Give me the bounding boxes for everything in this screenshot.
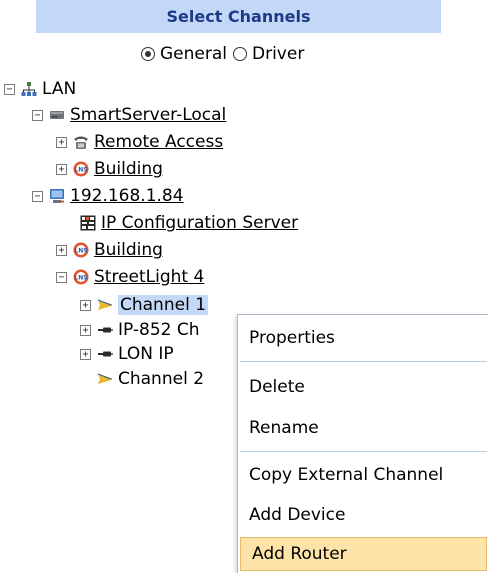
tree-node-building-2[interactable]: + LNS Building xyxy=(56,240,163,260)
channel-icon xyxy=(97,299,112,310)
tree-node-ip-config-server[interactable]: IP Configuration Server xyxy=(80,213,298,233)
tree-node-label: IP Configuration Server xyxy=(101,213,299,233)
tree-node-remote-access[interactable]: + Remote Access xyxy=(56,132,223,152)
server-icon xyxy=(50,111,64,119)
expand-toggle-icon[interactable]: + xyxy=(56,163,67,175)
tree-node-lon-ip[interactable]: + LON IP xyxy=(80,344,174,364)
collapse-toggle-icon[interactable]: − xyxy=(4,83,15,95)
collapse-toggle-icon[interactable]: − xyxy=(56,271,67,283)
tree-node-label: LAN xyxy=(42,79,77,99)
general-radio-label[interactable]: General xyxy=(160,44,227,64)
collapse-toggle-icon[interactable]: − xyxy=(32,190,43,202)
svg-text:LNS: LNS xyxy=(74,275,87,282)
lns-logo-icon: LNS xyxy=(73,269,89,285)
lns-logo-icon: LNS xyxy=(73,161,89,177)
tree-node-streetlight[interactable]: − LNS StreetLight 4 xyxy=(56,267,204,287)
tree-node-lan[interactable]: − LAN xyxy=(4,79,76,99)
tree-node-label: 192.168.1.84 xyxy=(70,186,184,206)
computer-icon xyxy=(50,189,64,203)
tree-node-label: IP-852 Ch xyxy=(118,320,200,340)
panel-title: Select Channels xyxy=(166,7,311,26)
general-radio[interactable] xyxy=(141,47,155,61)
tree-node-channel-1[interactable]: + Channel 1 xyxy=(80,295,209,315)
tree-node-ip852[interactable]: + IP-852 Ch xyxy=(80,320,200,340)
expand-toggle-icon[interactable]: + xyxy=(56,244,67,256)
channel-browser-page: Select Channels General Driver − LAN − S… xyxy=(0,0,488,573)
svg-text:LNS: LNS xyxy=(74,248,87,255)
menu-item-properties[interactable]: Properties xyxy=(238,321,488,355)
tree-node-label: Channel 2 xyxy=(118,369,205,389)
menu-item-copy-external-channel[interactable]: Copy External Channel xyxy=(238,458,488,492)
menu-item-add-device[interactable]: Add Device xyxy=(238,498,488,532)
cable-icon xyxy=(98,351,113,357)
tree-node-label: Building xyxy=(94,159,163,179)
telephone-icon xyxy=(74,136,88,149)
cable-icon xyxy=(98,327,113,333)
expand-toggle-icon[interactable]: + xyxy=(80,324,91,336)
driver-radio[interactable] xyxy=(233,47,247,61)
tree-node-label: Remote Access xyxy=(94,132,224,152)
svg-text:LNS: LNS xyxy=(74,167,87,174)
config-server-icon xyxy=(80,215,96,231)
menu-item-rename[interactable]: Rename xyxy=(238,411,488,445)
tree-node-label: SmartServer-Local xyxy=(70,105,227,125)
expand-toggle-icon[interactable]: + xyxy=(80,299,91,311)
tree-node-label: Channel 1 xyxy=(118,295,209,315)
menu-item-add-router[interactable]: Add Router xyxy=(240,537,487,571)
lns-logo-icon: LNS xyxy=(73,242,89,258)
expand-toggle-icon[interactable]: + xyxy=(80,348,91,360)
channel-icon xyxy=(97,373,112,384)
menu-separator xyxy=(240,451,487,452)
tree-node-label: Building xyxy=(94,240,163,260)
collapse-toggle-icon[interactable]: − xyxy=(32,109,43,121)
menu-separator xyxy=(240,361,487,362)
tree-node-smartserver-local[interactable]: − SmartServer-Local xyxy=(32,105,226,125)
expand-toggle-icon[interactable]: + xyxy=(56,136,67,148)
tree-node-ip-address[interactable]: − 192.168.1.84 xyxy=(32,186,184,206)
mode-radio-group: General Driver xyxy=(141,44,310,64)
driver-radio-label[interactable]: Driver xyxy=(252,44,304,64)
tree-node-building-1[interactable]: + LNS Building xyxy=(56,159,163,179)
context-menu: Properties Delete Rename Copy External C… xyxy=(237,314,488,573)
tree-node-label: LON IP xyxy=(118,344,174,364)
tree-node-label: StreetLight 4 xyxy=(94,267,205,287)
network-icon xyxy=(21,82,37,96)
menu-item-delete[interactable]: Delete xyxy=(238,370,488,404)
tree-node-channel-2[interactable]: Channel 2 xyxy=(97,369,204,389)
